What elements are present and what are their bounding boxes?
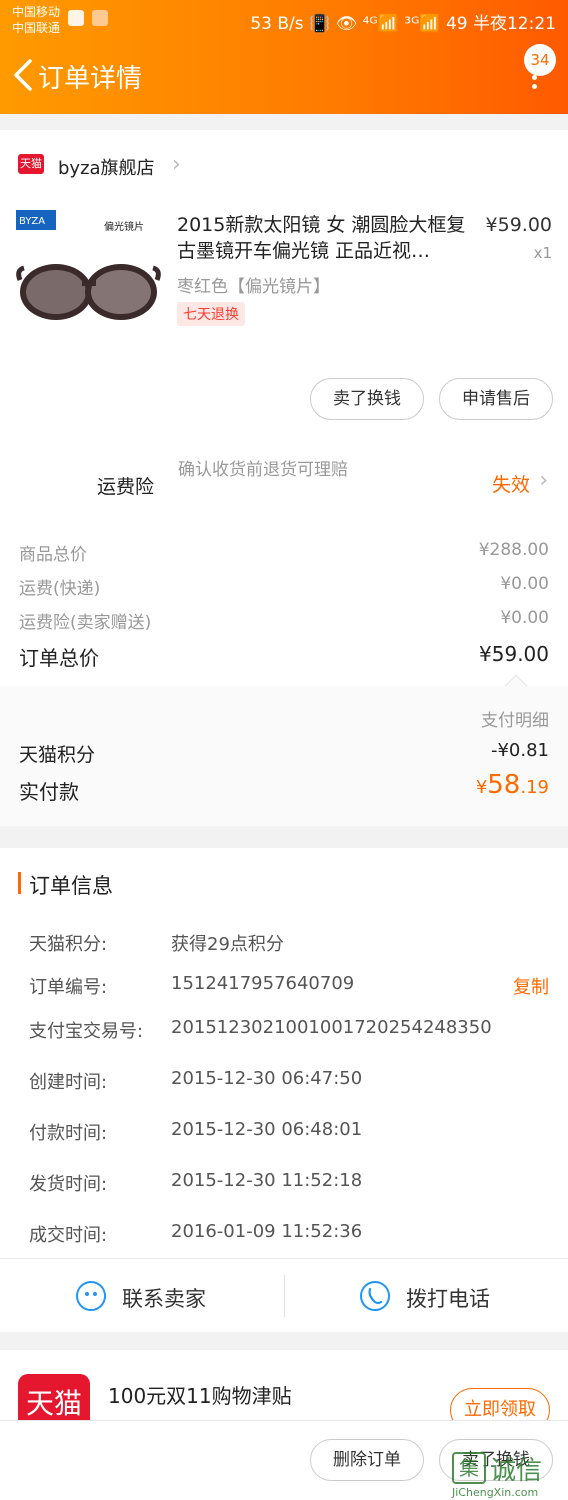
goods-total-label: 商品总价	[19, 545, 87, 565]
product-title[interactable]: 2015新款太阳镜 女 潮圆脸大框复古墨镜开车偏光镜 正品近视…	[177, 212, 467, 264]
shop-row[interactable]: 天猫 byza旗舰店 ›	[0, 130, 568, 200]
header: 中国移动 中国联通 53 B/s 📳 👁 ⁴ᴳ📶 ³ᴳ📶 49 半夜12:21 …	[0, 0, 568, 114]
shipping-fee-label: 运费(快递)	[19, 579, 101, 599]
info-key: 天猫积分:	[29, 934, 108, 955]
brand-label: BYZA	[19, 216, 45, 227]
order-total-value: ¥59.00	[479, 642, 549, 666]
lens-label: 偏光镜片	[104, 220, 144, 233]
contact-seller-label: 联系卖家	[122, 1287, 206, 1311]
tmall-points-label: 天猫积分	[19, 744, 96, 766]
info-value: 获得29点积分	[171, 934, 284, 955]
tmall-icon: 天猫	[18, 154, 44, 174]
shipping-insurance-fee-value: ¥0.00	[500, 608, 549, 628]
phone-icon	[360, 1281, 390, 1311]
order-info-title: 订单信息	[29, 874, 113, 898]
paid-integer: 58	[487, 770, 521, 800]
product-image[interactable]: BYZA 偏光镜片	[16, 210, 161, 345]
carrier-1: 中国移动	[12, 5, 61, 19]
paid-amount-label: 实付款	[19, 780, 79, 804]
info-key: 发货时间:	[29, 1174, 108, 1195]
seven-day-return-tag: 七天退换	[177, 302, 245, 326]
order-number: 1512417957640709	[171, 973, 355, 994]
order-info-card: 订单信息 天猫积分: 获得29点积分 订单编号: 151241795764070…	[0, 848, 568, 1332]
carrier-2: 中国联通	[12, 21, 61, 35]
info-key: 创建时间:	[29, 1072, 108, 1093]
shop-name: byza旗舰店	[58, 158, 155, 179]
info-value: 2015-12-30 11:52:18	[171, 1170, 363, 1191]
payment-detail-link[interactable]: 支付明细	[481, 706, 549, 731]
section-accent-bar	[18, 872, 21, 894]
shipping-fee-value: ¥0.00	[500, 574, 549, 594]
info-value: 2015-12-30 06:47:50	[171, 1068, 363, 1089]
status-right: 53 B/s 📳 👁 ⁴ᴳ📶 ³ᴳ📶 49 半夜12:21	[250, 14, 556, 34]
status-bar: 中国移动 中国联通 53 B/s 📳 👁 ⁴ᴳ📶 ³ᴳ📶 49 半夜12:21	[0, 0, 568, 40]
tmall-points-value: -¥0.81	[490, 740, 549, 761]
contact-seller-button[interactable]: 联系卖家	[0, 1259, 284, 1333]
paid-decimal: .19	[520, 777, 549, 798]
app-notification-icon	[92, 10, 108, 26]
watermark-box: 集	[452, 1452, 486, 1484]
watermark-text: 诚信	[490, 1456, 543, 1486]
goods-total-value: ¥288.00	[478, 540, 549, 560]
delete-order-button[interactable]: 删除订单	[310, 1439, 424, 1481]
product-quantity: x1	[533, 244, 552, 262]
order-total-label: 订单总价	[19, 646, 99, 670]
paid-amount-value: ¥58.19	[476, 770, 549, 800]
order-card: 天猫 byza旗舰店 › BYZA 偏光镜片 2015新款太阳镜 女 潮圆脸大框…	[0, 130, 568, 826]
info-key: 支付宝交易号:	[29, 1021, 144, 1042]
info-value: 2015-12-30 06:48:01	[171, 1119, 363, 1140]
promo-text: 100元双11购物津贴	[108, 1384, 292, 1408]
watermark-logo: 集 诚信 JiChengXin.com	[450, 1448, 562, 1500]
shipping-insurance-label: 运费险	[97, 476, 155, 498]
call-phone-label: 拨打电话	[406, 1287, 490, 1311]
info-key: 成交时间:	[29, 1225, 108, 1246]
shield-app-icon	[68, 10, 84, 26]
chevron-right-icon: ›	[172, 152, 181, 177]
sell-button[interactable]: 卖了换钱	[310, 378, 424, 420]
product-price: ¥59.00	[485, 214, 552, 236]
alipay-trade-number: 2015123021001001720254248350	[171, 1017, 492, 1038]
shipping-insurance-desc: 确认收货前退货可理赔	[178, 460, 348, 480]
product-sku: 枣红色【偏光镜片】	[177, 277, 330, 297]
info-key: 付款时间:	[29, 1123, 108, 1144]
paid-currency: ¥	[475, 777, 488, 798]
page-title: 订单详情	[38, 64, 143, 94]
call-phone-button[interactable]: 拨打电话	[284, 1259, 568, 1333]
chat-icon	[76, 1281, 106, 1311]
chevron-right-icon: ›	[539, 468, 548, 493]
info-key: 订单编号:	[29, 977, 108, 998]
back-arrow-icon[interactable]	[10, 58, 40, 92]
watermark-url: JiChengXin.com	[452, 1486, 539, 1499]
shipping-insurance-fee-label: 运费险(卖家赠送)	[19, 613, 152, 633]
contact-bar: 联系卖家 拨打电话	[0, 1258, 568, 1332]
shipping-insurance-status[interactable]: 失效	[492, 470, 530, 497]
copy-button[interactable]: 复制	[513, 973, 549, 999]
apply-aftersale-button[interactable]: 申请售后	[439, 378, 553, 420]
top-bar: 订单详情 34	[0, 40, 568, 114]
carrier-info: 中国移动 中国联通	[12, 4, 60, 36]
info-value: 2016-01-09 11:52:36	[171, 1221, 363, 1242]
message-count-badge: 34	[524, 44, 556, 76]
